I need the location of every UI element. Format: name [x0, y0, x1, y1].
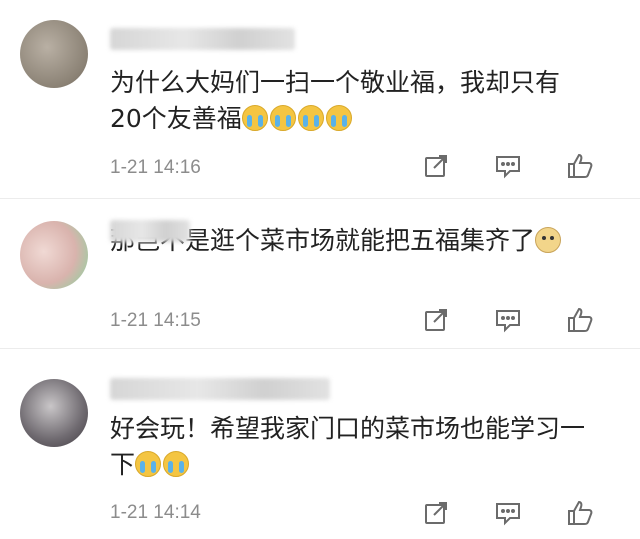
share-icon: [425, 502, 447, 524]
doge-emoji-icon: [535, 227, 562, 253]
comment-text: 好会玩！希望我家门口的菜市场也能学习一 下: [110, 414, 586, 479]
reply-icon: [496, 503, 520, 526]
avatar[interactable]: [20, 221, 88, 289]
reply-icon: [496, 156, 520, 179]
like-icon: [568, 307, 593, 332]
comment-item-1: 为什么大妈们一扫一个敬业福，我却只有 20个友善福 1-21 14:16: [0, 0, 640, 198]
crying-emoji-icon: [297, 105, 324, 131]
laugh-cry-emoji-icon: [135, 451, 162, 477]
reply-button[interactable]: [472, 150, 544, 182]
comment-timestamp: 1-21 14:14: [110, 502, 201, 523]
comment-text: 为什么大妈们一扫一个敬业福，我却只有 20个友善福: [110, 68, 561, 133]
crying-emoji-icon: [241, 105, 268, 131]
like-button[interactable]: [544, 150, 616, 182]
comment-actions: [400, 150, 616, 182]
comment-timestamp: 1-21 14:15: [110, 310, 201, 331]
crying-emoji-icon: [325, 105, 352, 131]
share-button[interactable]: [400, 497, 472, 529]
avatar[interactable]: [20, 379, 88, 447]
reply-icon: [496, 310, 520, 333]
avatar[interactable]: [20, 20, 88, 88]
crying-emoji-icon: [269, 105, 296, 131]
like-icon: [568, 153, 593, 178]
like-button[interactable]: [544, 497, 616, 529]
share-button[interactable]: [400, 150, 472, 182]
username-blurred[interactable]: [110, 28, 295, 50]
comment-actions: [400, 304, 616, 336]
share-button[interactable]: [400, 304, 472, 336]
reply-button[interactable]: [472, 304, 544, 336]
like-button[interactable]: [544, 304, 616, 336]
share-icon: [425, 155, 447, 177]
laugh-cry-emoji-icon: [163, 451, 190, 477]
comment-timestamp: 1-21 14:16: [110, 157, 201, 178]
comment-actions: [400, 497, 616, 529]
username-blurred[interactable]: [110, 378, 330, 400]
share-icon: [425, 309, 447, 331]
reply-button[interactable]: [472, 497, 544, 529]
like-icon: [568, 500, 593, 525]
username-blurred[interactable]: [110, 220, 190, 242]
